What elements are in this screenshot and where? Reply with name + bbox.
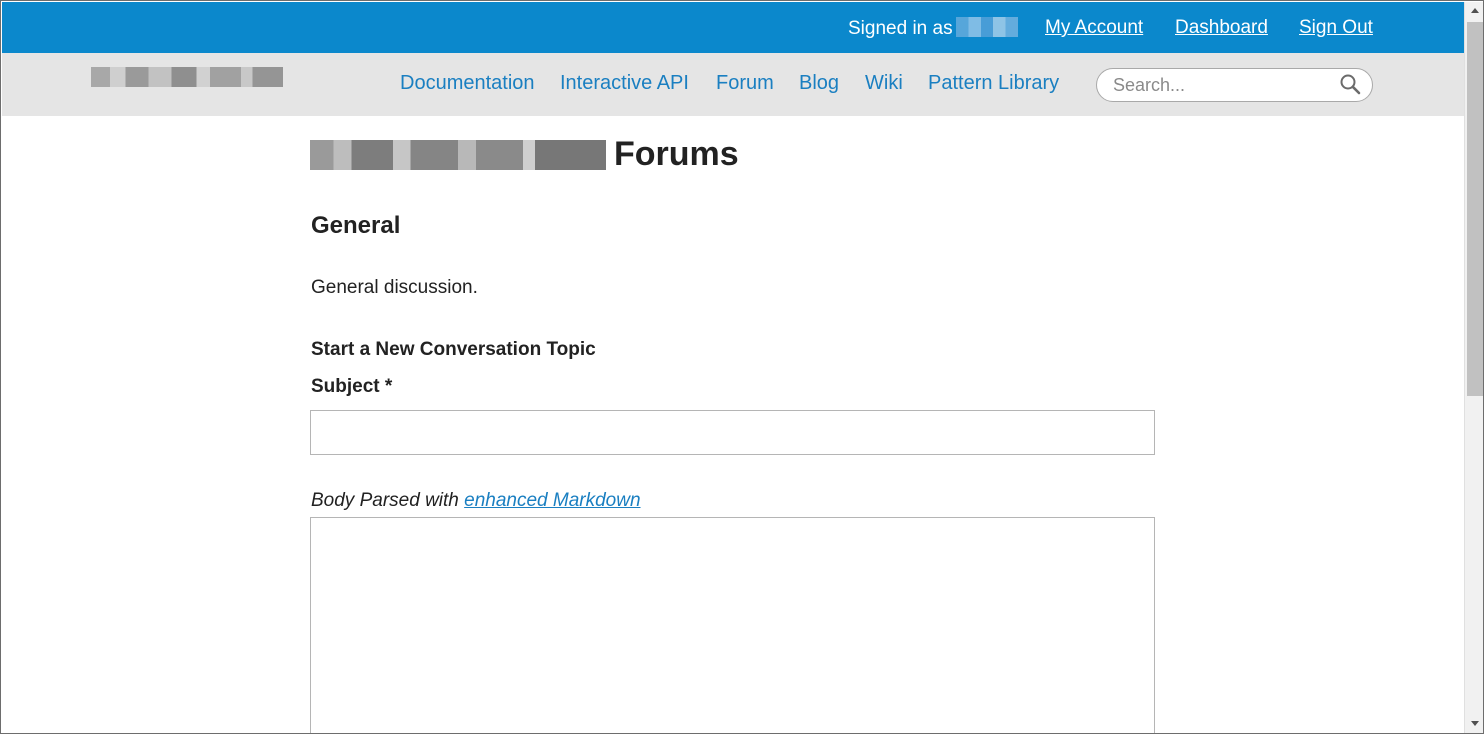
- scroll-down-arrow-icon[interactable]: [1465, 714, 1484, 732]
- forum-category-heading: General: [311, 212, 401, 239]
- browser-window: Signed in as My Account Dashboard Sign O…: [0, 0, 1484, 734]
- scroll-up-arrow-icon[interactable]: [1465, 2, 1484, 20]
- markdown-help-link[interactable]: enhanced Markdown: [464, 490, 640, 511]
- sign-out-link[interactable]: Sign Out: [1299, 17, 1373, 39]
- nav-interactive-api[interactable]: Interactive API: [560, 72, 689, 95]
- subject-label: Subject *: [311, 376, 393, 397]
- scrollbar-thumb[interactable]: [1467, 22, 1483, 396]
- search-box: [1096, 68, 1373, 102]
- nav-blog[interactable]: Blog: [799, 72, 839, 95]
- signed-in-status: Signed in as: [848, 17, 1018, 40]
- subject-input[interactable]: [310, 410, 1155, 455]
- body-textarea[interactable]: [310, 517, 1155, 733]
- signed-in-label: Signed in as: [848, 18, 953, 39]
- nav-forum[interactable]: Forum: [716, 72, 774, 95]
- main-navigation: Documentation Interactive API Forum Blog…: [2, 53, 1464, 116]
- forum-category-description: General discussion.: [311, 277, 478, 298]
- page-title: Forums: [614, 135, 739, 173]
- body-label: Body Parsed with enhanced Markdown: [311, 490, 641, 512]
- search-input[interactable]: [1113, 74, 1333, 96]
- site-logo[interactable]: [91, 67, 283, 87]
- username-redacted: [955, 17, 1018, 37]
- new-topic-heading: Start a New Conversation Topic: [311, 339, 596, 360]
- nav-wiki[interactable]: Wiki: [865, 72, 903, 95]
- top-account-bar: Signed in as My Account Dashboard Sign O…: [2, 2, 1464, 53]
- my-account-link[interactable]: My Account: [1045, 17, 1143, 39]
- site-name-redacted: [310, 140, 606, 170]
- nav-documentation[interactable]: Documentation: [400, 72, 535, 95]
- vertical-scrollbar[interactable]: [1464, 2, 1484, 733]
- nav-pattern-library[interactable]: Pattern Library: [928, 72, 1059, 95]
- body-label-text: Body Parsed with: [311, 490, 465, 511]
- search-icon[interactable]: [1339, 73, 1361, 95]
- dashboard-link[interactable]: Dashboard: [1175, 17, 1268, 39]
